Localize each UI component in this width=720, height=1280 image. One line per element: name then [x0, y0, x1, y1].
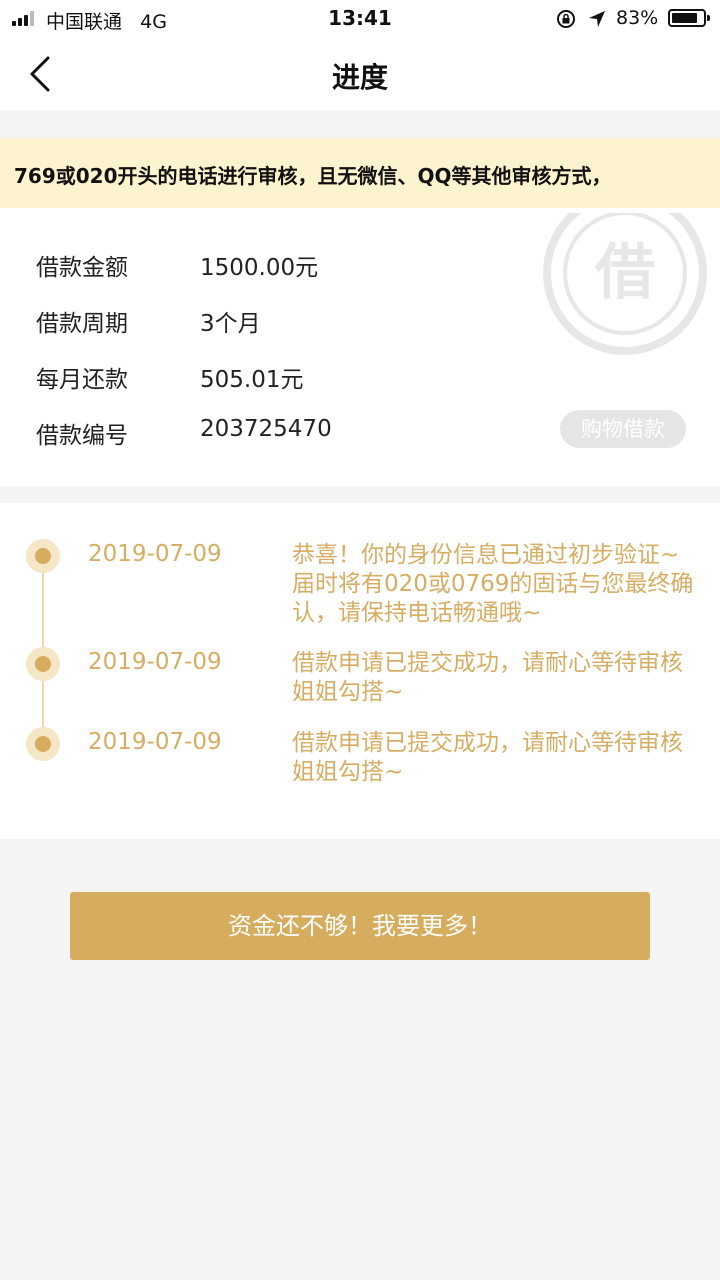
progress-timeline: 2019-07-09 恭喜！你的身份信息已通过初步验证~届时将有020或0769…: [0, 503, 720, 839]
notice-text: 769或020开头的电话进行审核，且无微信、QQ等其他审核方式，: [14, 164, 612, 188]
rotation-lock-icon: [557, 10, 575, 28]
timeline-text: 借款申请已提交成功，请耐心等待审核姐姐勾搭~: [292, 650, 683, 705]
info-value: 203725470: [200, 416, 332, 442]
page-title: 进度: [331, 61, 388, 94]
loan-info-card: 借 借款金额 1500.00元 借款周期 3个月 每月还款 505.01元 借款…: [0, 208, 720, 486]
timeline-dot-icon: [26, 727, 60, 761]
battery-icon: [668, 9, 710, 27]
timeline-date: 2019-07-09: [88, 541, 222, 567]
info-row-loan-number: 借款编号 203725470 购物借款: [0, 410, 720, 452]
loan-seal-watermark: 借: [543, 213, 707, 355]
timeline-date: 2019-07-09: [88, 649, 222, 675]
location-arrow-icon: [589, 11, 605, 27]
timeline-dot-icon: [26, 539, 60, 573]
timeline-dot-icon: [26, 647, 60, 681]
loan-type-badge: 购物借款: [560, 410, 686, 448]
info-row-period: 借款周期 3个月: [0, 300, 720, 340]
info-label: 借款金额: [36, 255, 128, 281]
timeline-text: 恭喜！你的身份信息已通过初步验证~届时将有020或0769的固话与您最终确认，请…: [292, 542, 694, 626]
battery-percentage: 83%: [616, 7, 659, 29]
info-value: 505.01元: [200, 367, 304, 393]
info-label: 借款周期: [36, 311, 128, 337]
info-label: 借款编号: [36, 423, 128, 449]
info-row-amount: 借款金额 1500.00元: [0, 244, 720, 284]
nav-bar: 进度: [0, 38, 720, 110]
timeline-text: 借款申请已提交成功，请耐心等待审核姐姐勾搭~: [292, 730, 683, 785]
notice-banner: 769或020开头的电话进行审核，且无微信、QQ等其他审核方式，: [0, 138, 720, 208]
timeline-date: 2019-07-09: [88, 729, 222, 755]
status-bar: 中国联通 4G 13:41 83%: [0, 0, 720, 38]
info-label: 每月还款: [36, 367, 128, 393]
info-value: 1500.00元: [200, 255, 319, 281]
status-time: 13:41: [328, 6, 392, 30]
info-row-monthly-payment: 每月还款 505.01元: [0, 356, 720, 396]
more-funds-button[interactable]: 资金还不够！我要更多！: [70, 892, 650, 960]
info-value: 3个月: [200, 311, 261, 337]
